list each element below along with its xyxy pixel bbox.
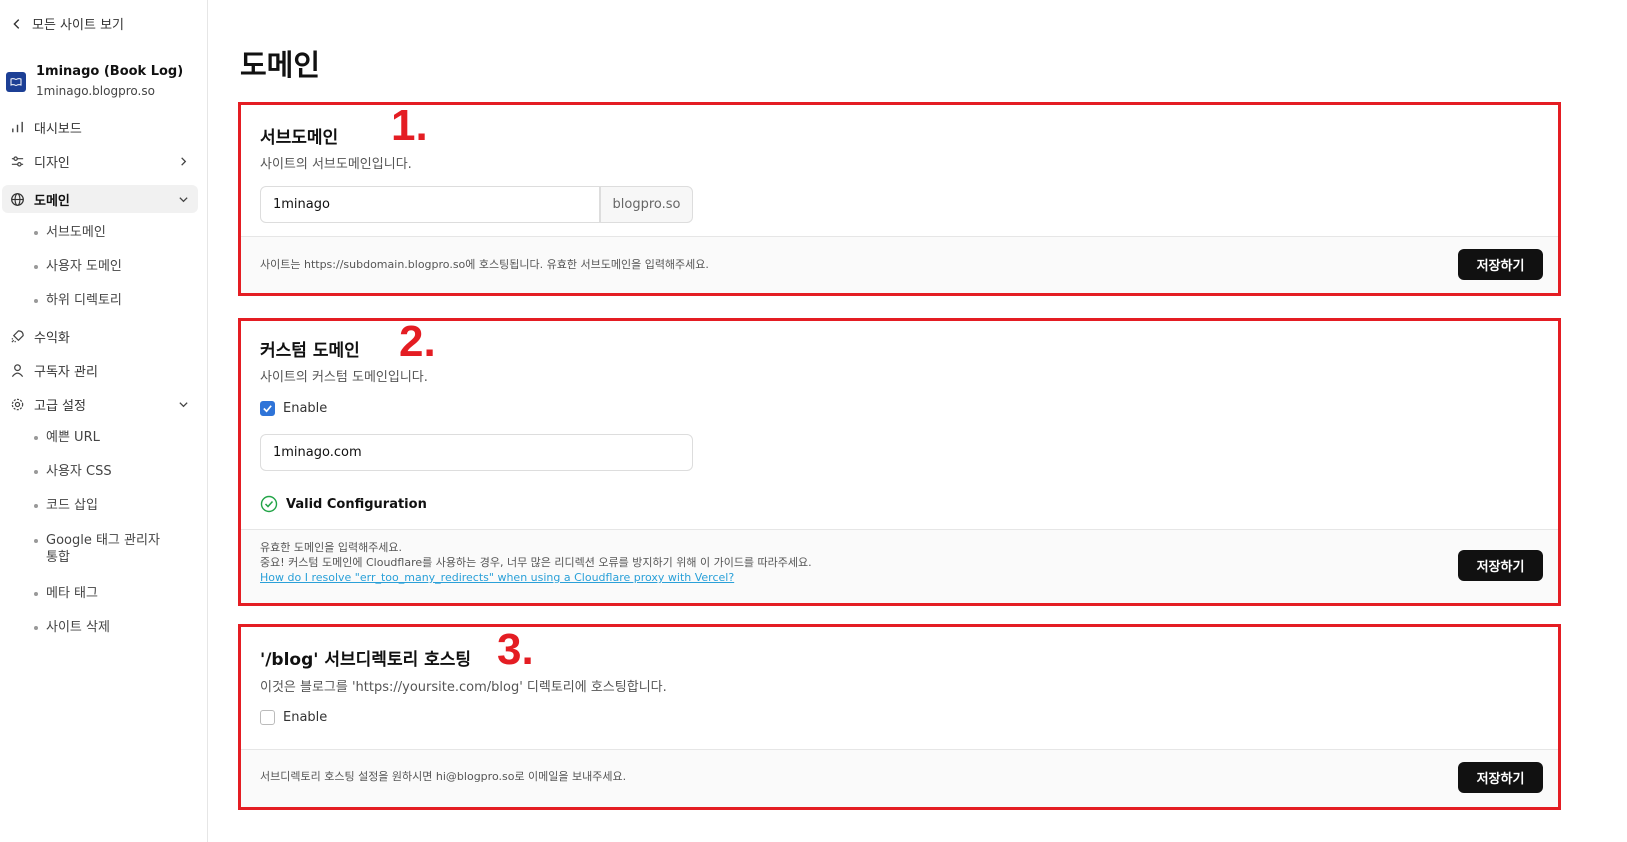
sidebar-subitem-custom-domain[interactable]: 사용자 도메인 — [34, 258, 194, 275]
sidebar-item-monetization[interactable]: 수익화 — [2, 322, 198, 350]
annotation-marker-1: 1. — [391, 101, 428, 150]
subdomain-suffix: blogpro.so — [600, 186, 693, 223]
custom-domain-save-button[interactable]: 저장하기 — [1458, 550, 1543, 581]
chevron-right-icon — [181, 156, 187, 166]
rocket-icon — [11, 329, 24, 343]
subdomain-save-button[interactable]: 저장하기 — [1458, 249, 1543, 280]
enable-label: Enable — [283, 401, 328, 416]
custom-domain-footer: 유효한 도메인을 입력해주세요. 중요! 커스텀 도메인에 Cloudflare… — [241, 529, 1558, 603]
subitem-label: 하위 디렉토리 — [46, 293, 122, 308]
subitem-label: 메타 태그 — [46, 586, 98, 601]
subdirectory-title: '/blog' 서브디렉토리 호스팅 — [260, 650, 472, 670]
gear-icon — [11, 398, 24, 410]
sidebar-subitem-pretty-url[interactable]: 예쁜 URL — [34, 429, 194, 446]
footer-line-2: 중요! 커스텀 도메인에 Cloudflare를 사용하는 경우, 너무 많은 … — [260, 556, 812, 569]
subitem-label: Google 태그 관리자 통합 — [46, 533, 160, 565]
custom-domain-title: 커스텀 도메인 — [260, 341, 360, 361]
subdomain-input[interactable]: 1minago — [260, 186, 600, 223]
subitem-label: 사이트 삭제 — [46, 620, 110, 635]
check-icon — [263, 405, 272, 413]
subitem-label: 예쁜 URL — [46, 430, 100, 445]
page-title: 도메인 — [240, 48, 321, 82]
subdomain-description: 사이트의 서브도메인입니다. — [260, 157, 412, 172]
site-info: 1minago (Book Log) 1minago.blogpro.so — [6, 64, 183, 98]
sidebar-subitem-delete-site[interactable]: 사이트 삭제 — [34, 619, 194, 636]
sidebar-item-label: 구독자 관리 — [34, 364, 98, 380]
bullet-dot — [34, 592, 38, 596]
status-text: Valid Configuration — [286, 496, 427, 512]
bullet-dot — [34, 626, 38, 630]
subdomain-footer-text: 사이트는 https://subdomain.blogpro.so에 호스팅됩니… — [260, 258, 709, 271]
sidebar-item-design[interactable]: 디자인 — [2, 147, 198, 175]
subdirectory-footer-text: 서브디렉토리 호스팅 설정을 원하시면 hi@blogpro.so로 이메일을 … — [260, 770, 627, 783]
subdirectory-save-button[interactable]: 저장하기 — [1458, 762, 1543, 793]
footer-line-1: 유효한 도메인을 입력해주세요. — [260, 541, 403, 554]
sidebar-item-label: 대시보드 — [34, 121, 82, 137]
site-url: 1minago.blogpro.so — [36, 84, 155, 98]
sidebar-subitem-code-injection[interactable]: 코드 삽입 — [34, 497, 194, 514]
sliders-icon — [11, 155, 24, 167]
bullet-dot — [34, 299, 38, 303]
chevron-down-icon — [179, 401, 188, 407]
sidebar-subitem-custom-css[interactable]: 사용자 CSS — [34, 463, 194, 480]
app-root: 모든 사이트 보기 1minago (Book Log) 1minago.blo… — [0, 0, 1627, 842]
subdomain-title: 서브도메인 — [260, 128, 339, 148]
cloudflare-guide-link[interactable]: How do I resolve "err_too_many_redirects… — [260, 570, 812, 585]
site-name: 1minago (Book Log) — [36, 64, 184, 79]
subitem-label: 서브도메인 — [46, 225, 106, 240]
bullet-dot — [34, 265, 38, 269]
sidebar-subitem-meta-tags[interactable]: 메타 태그 — [34, 585, 194, 602]
subdirectory-enable-checkbox[interactable]: Enable — [260, 710, 327, 725]
annotation-marker-2: 2. — [399, 317, 436, 366]
sidebar-item-label: 고급 설정 — [34, 398, 86, 414]
bullet-dot — [34, 504, 38, 508]
subitem-label: 코드 삽입 — [46, 498, 98, 513]
subdomain-card: 서브도메인 1. 사이트의 서브도메인입니다. 1minago blogpro.… — [238, 101, 1561, 296]
subitem-label: 사용자 CSS — [46, 464, 112, 479]
chevron-down-icon — [179, 196, 188, 202]
subdirectory-footer: 서브디렉토리 호스팅 설정을 원하시면 hi@blogpro.so로 이메일을 … — [241, 749, 1558, 807]
sidebar-subitem-subdomain[interactable]: 서브도메인 — [34, 224, 194, 241]
custom-domain-input[interactable]: 1minago.com — [260, 434, 693, 471]
annotation-marker-3: 3. — [497, 625, 534, 674]
bullet-dot — [34, 470, 38, 474]
subdomain-footer: 사이트는 https://subdomain.blogpro.so에 호스팅됩니… — [241, 236, 1558, 293]
sidebar-subitem-subdirectory[interactable]: 하위 디렉토리 — [34, 292, 194, 309]
checkbox-unchecked — [260, 710, 275, 725]
user-icon — [11, 363, 24, 377]
sidebar-item-dashboard[interactable]: 대시보드 — [2, 113, 198, 141]
book-icon — [10, 78, 22, 87]
enable-label: Enable — [283, 710, 328, 725]
subdirectory-card: '/blog' 서브디렉토리 호스팅 3. 이것은 블로그를 'https://… — [238, 624, 1561, 810]
bullet-dot — [34, 539, 38, 543]
sidebar-item-domain[interactable]: 도메인 — [2, 185, 198, 213]
sidebar-item-label: 수익화 — [34, 330, 70, 346]
bar-chart-icon — [12, 121, 23, 132]
sidebar-item-advanced-settings[interactable]: 고급 설정 — [2, 390, 198, 418]
custom-domain-card: 커스텀 도메인 2. 사이트의 커스텀 도메인입니다. Enable 1mina… — [238, 317, 1561, 606]
site-logo — [6, 72, 26, 92]
subitem-label: 사용자 도메인 — [46, 259, 122, 274]
bullet-dot — [34, 436, 38, 440]
sidebar-subitem-gtm[interactable]: Google 태그 관리자 통합 — [34, 532, 174, 566]
back-to-all-sites-link[interactable]: 모든 사이트 보기 — [10, 14, 124, 33]
sidebar: 모든 사이트 보기 1minago (Book Log) 1minago.blo… — [0, 0, 208, 842]
checkbox-checked — [260, 401, 275, 416]
subdirectory-description: 이것은 블로그를 'https://yoursite.com/blog' 디렉토… — [260, 680, 667, 695]
sidebar-item-subscribers[interactable]: 구독자 관리 — [2, 356, 198, 384]
sidebar-item-label: 도메인 — [34, 193, 70, 209]
custom-domain-description: 사이트의 커스텀 도메인입니다. — [260, 370, 428, 385]
valid-configuration-status: Valid Configuration — [260, 495, 427, 513]
custom-domain-footer-text: 유효한 도메인을 입력해주세요. 중요! 커스텀 도메인에 Cloudflare… — [260, 540, 812, 585]
bullet-dot — [34, 231, 38, 235]
custom-domain-enable-checkbox[interactable]: Enable — [260, 401, 327, 416]
back-label: 모든 사이트 보기 — [32, 18, 124, 33]
check-circle-icon — [260, 495, 278, 513]
globe-icon — [11, 192, 24, 206]
chevron-left-icon — [13, 18, 20, 29]
sidebar-item-label: 디자인 — [34, 155, 70, 171]
